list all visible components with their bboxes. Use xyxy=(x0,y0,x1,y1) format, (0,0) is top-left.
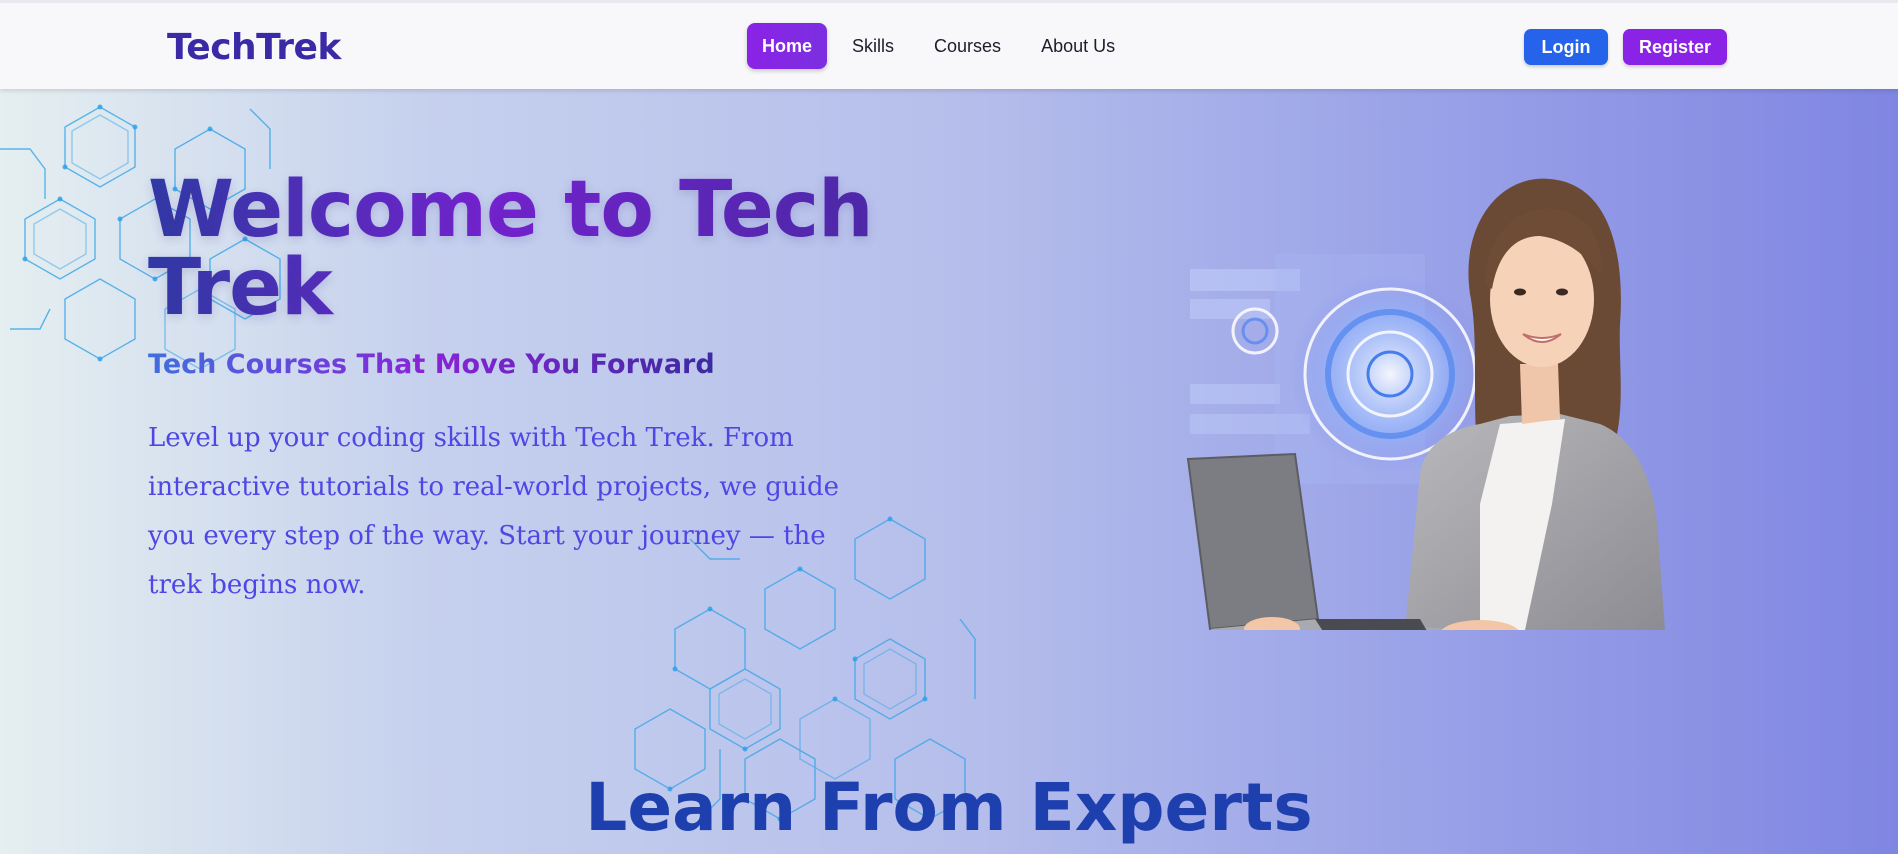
nav-home[interactable]: Home xyxy=(747,23,828,69)
woman-with-laptop-illustration xyxy=(1186,178,1665,630)
nav-courses[interactable]: Courses xyxy=(919,23,1016,69)
hero-subtitle: Tech Courses That Move You Forward xyxy=(148,349,715,380)
register-button[interactable]: Register xyxy=(1623,29,1727,65)
hero-section: Welcome to Tech Trek Tech Courses That M… xyxy=(0,89,1898,854)
login-button[interactable]: Login xyxy=(1524,29,1608,65)
hero-description: Level up your coding skills with Tech Tr… xyxy=(148,423,839,600)
nav-skills[interactable]: Skills xyxy=(837,23,909,69)
nav-about-us[interactable]: About Us xyxy=(1026,23,1130,69)
hero-title: Welcome to Tech Trek xyxy=(148,171,908,327)
top-navbar: TechTrek Home Skills Courses About Us Lo… xyxy=(0,0,1898,89)
section-title-learn-from-experts: Learn From Experts xyxy=(585,769,1313,846)
logo[interactable]: TechTrek xyxy=(167,27,341,68)
main-nav: Home Skills Courses About Us xyxy=(747,23,1140,69)
